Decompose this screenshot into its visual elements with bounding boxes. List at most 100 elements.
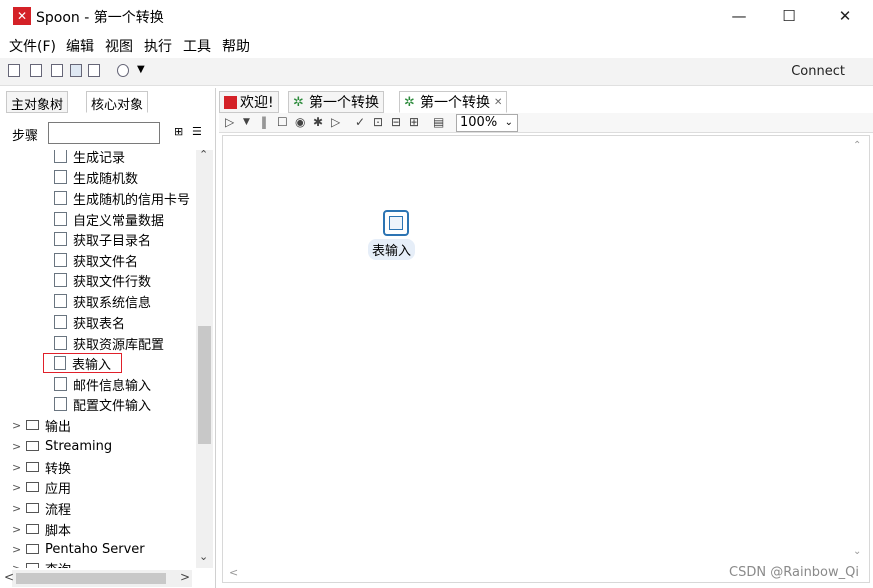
list-item[interactable]: 生成记录 [54,150,125,166]
verify-icon[interactable]: ✓ [355,115,365,129]
connect-button[interactable]: Connect [791,64,845,79]
save-as-icon[interactable] [88,64,100,77]
replay-icon[interactable]: ▷ [331,115,340,129]
folder-icon [26,482,39,492]
list-item[interactable]: 生成随机数 [54,167,138,187]
watermark-text: CSDN @Rainbow_Qi [729,565,859,580]
tab-core-objects[interactable]: 核心对象 [86,91,149,113]
spoon-logo-icon [224,95,237,109]
transformation-icon: ✲ [293,94,304,110]
folder-icon [26,462,39,472]
main-toolbar: ▼ Connect [0,58,873,86]
scroll-right-icon[interactable]: > [180,570,190,584]
chevron-right-icon: > [12,460,22,474]
list-item[interactable]: 自定义常量数据 [54,209,164,229]
step-icon [54,273,67,287]
tree-folder-scripting[interactable]: > 脚本 [12,519,71,539]
menu-tools[interactable]: 工具 [183,36,211,56]
scroll-up-icon[interactable]: ⌃ [853,140,861,151]
new-file-icon[interactable] [8,64,20,77]
scroll-down-icon[interactable]: ⌄ [199,550,208,563]
chevron-down-icon[interactable]: ▼ [137,64,145,75]
step-label: 表输入 [368,239,416,260]
step-icon [54,336,67,350]
collapse-all-icon[interactable]: ☰ [192,125,202,138]
close-button[interactable]: ✕ [822,0,868,32]
zoom-select[interactable]: 100% ⌄ [456,114,518,132]
list-item[interactable]: 配置文件输入 [54,394,151,414]
minimize-button[interactable]: — [716,0,762,32]
chevron-right-icon: > [12,439,22,453]
preview-icon[interactable]: ◉ [295,115,305,129]
list-item-selected[interactable]: 表输入 [43,353,122,373]
list-item[interactable]: 获取资源库配置 [54,333,164,353]
scroll-left-icon[interactable]: < [4,570,14,584]
list-item[interactable]: 获取子目录名 [54,229,151,249]
debug-icon[interactable]: ✱ [313,115,323,129]
tab-transformation-1[interactable]: ✲ 第一个转换 [288,91,384,113]
tree-folder-lookup[interactable]: >查询 [12,558,71,568]
tab-transformation-2-active[interactable]: ✲ 第一个转换 ✕ [399,91,508,113]
menu-file[interactable]: 文件(F) [9,36,56,56]
step-icon [54,191,67,205]
folder-icon [26,441,39,451]
steps-search-input[interactable] [48,122,160,144]
folder-icon [26,544,39,554]
save-icon[interactable] [70,64,82,77]
tree-folder-pentaho-server[interactable]: > Pentaho Server [12,539,145,559]
menu-edit[interactable]: 编辑 [66,36,94,56]
list-item[interactable]: 获取系统信息 [54,291,151,311]
menu-bar: 文件(F) 编辑 视图 执行 工具 帮助 [0,32,873,56]
expand-all-icon[interactable]: ⊞ [174,125,183,138]
impact-icon[interactable]: ⊡ [373,115,383,129]
tab-main-object-tree[interactable]: 主对象树 [6,91,69,113]
tree-scroll-thumb[interactable] [198,326,211,444]
step-icon [54,397,67,411]
transformation-icon: ✲ [404,94,415,110]
sql-icon[interactable]: ⊟ [391,115,401,129]
title-bar: ✕ Spoon - 第一个转换 — ☐ ✕ [0,0,873,32]
explore-repo-icon[interactable] [51,64,63,77]
menu-help[interactable]: 帮助 [222,36,250,56]
chevron-down-icon[interactable]: ▼ [243,117,250,127]
pause-icon[interactable]: ‖ [261,115,267,129]
scroll-left-icon[interactable]: < [229,566,238,579]
list-item[interactable]: 获取文件名 [54,250,138,270]
right-panel: 欢迎! ✲ 第一个转换 ✲ 第一个转换 ✕ ▷ ▼ ‖ ☐ ◉ ✱ ▷ ✓ ⊡ ⊟ ⊞… [219,88,873,588]
tab-label: 主对象树 [11,98,64,113]
show-results-icon[interactable]: ▤ [433,115,444,129]
steps-tree: 生成记录 生成随机数 生成随机的信用卡号 自定义常量数据 获取子目录名 获取文件… [0,150,196,568]
stop-icon[interactable]: ☐ [277,115,288,129]
table-input-step-icon[interactable] [383,210,409,236]
tab-label: 核心对象 [91,98,144,113]
chevron-right-icon: > [12,561,22,569]
folder-icon [26,563,39,568]
spoon-logo-icon: ✕ [13,7,31,25]
menu-run[interactable]: 执行 [144,36,172,56]
scroll-up-icon[interactable]: ⌃ [199,148,208,161]
step-icon [54,232,67,246]
menu-view[interactable]: 视图 [105,36,133,56]
perspective-icon[interactable] [117,64,129,77]
tree-hscroll-thumb[interactable] [16,573,166,584]
list-item[interactable]: 获取表名 [54,312,125,332]
explore-db-icon[interactable]: ⊞ [409,115,419,129]
list-item[interactable]: 获取文件行数 [54,270,151,290]
tab-welcome[interactable]: 欢迎! [219,91,279,113]
transformation-canvas[interactable]: 表输入 ⌃ ⌄ < [222,135,870,583]
scroll-down-icon[interactable]: ⌄ [853,546,861,557]
maximize-button[interactable]: ☐ [766,0,812,32]
list-item[interactable]: 邮件信息输入 [54,374,151,394]
tree-folder-flow[interactable]: > 流程 [12,498,71,518]
run-icon[interactable]: ▷ [225,115,234,129]
tree-folder-streaming[interactable]: > Streaming [12,436,112,456]
steps-label: 步骤 [12,129,39,144]
close-tab-icon[interactable]: ✕ [494,97,502,108]
open-file-icon[interactable] [30,64,42,77]
list-item[interactable]: 生成随机的信用卡号 [54,188,190,208]
step-icon [54,150,67,163]
tree-folder-utility[interactable]: > 应用 [12,477,71,497]
tree-folder-transform[interactable]: > 转换 [12,457,71,477]
tree-folder-output[interactable]: > 输出 [12,415,71,435]
chevron-right-icon: > [12,418,22,432]
